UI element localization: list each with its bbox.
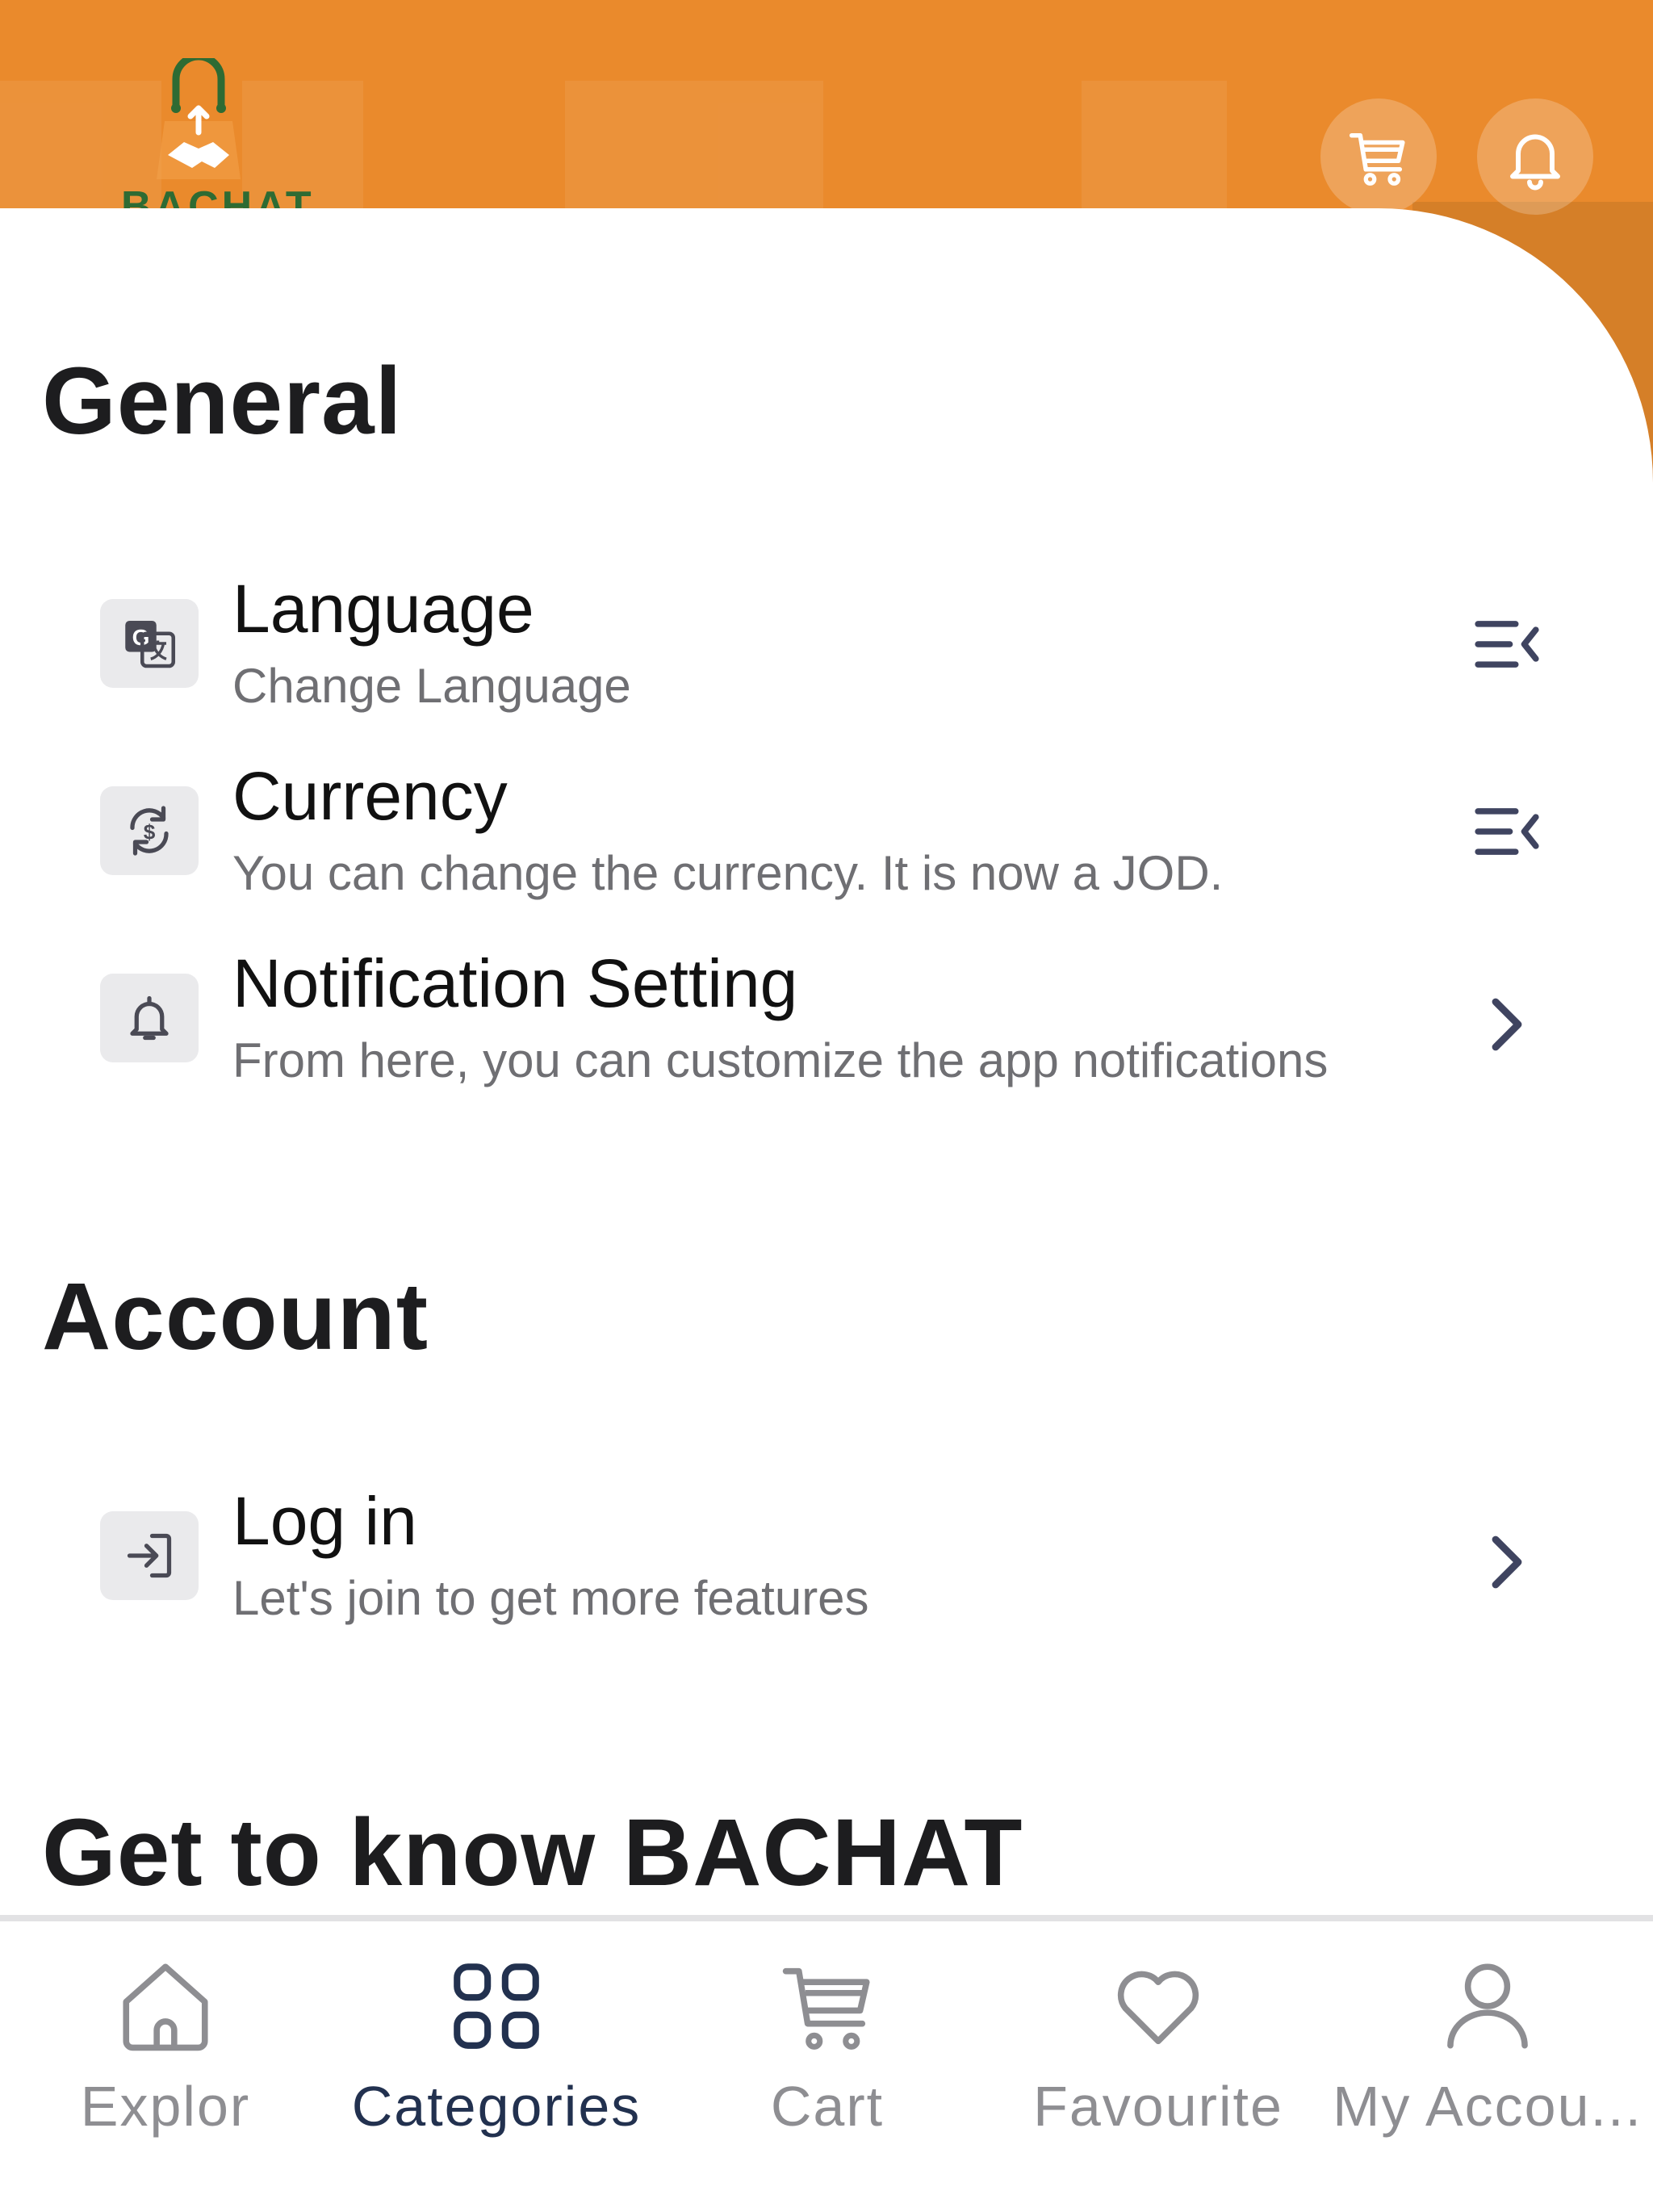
nav-tab-explore[interactable]: Explor — [0, 1954, 331, 2147]
section-title-account: Account — [42, 1263, 429, 1370]
settings-row-currency[interactable]: $ Currency You can change the currency. … — [0, 752, 1653, 914]
shopping-bag-handshake-icon — [157, 58, 241, 179]
row-subtitle: Change Language — [232, 659, 631, 713]
row-subtitle: Let's join to get more features — [232, 1571, 869, 1625]
brand-wordmark: BACHAT — [121, 186, 315, 208]
chevron-right-icon[interactable] — [1469, 988, 1542, 1061]
row-icon-box: G — [100, 599, 199, 688]
heart-icon — [1117, 1971, 1199, 2045]
svg-text:$: $ — [144, 820, 156, 844]
chevron-right-icon[interactable] — [1469, 1526, 1542, 1598]
row-subtitle: From here, you can customize the app not… — [232, 1033, 1329, 1087]
nav-label: My Accou... — [1333, 2075, 1643, 2138]
cart-icon — [782, 1967, 870, 2050]
nav-label: Explor — [80, 2075, 251, 2138]
row-icon-box — [100, 974, 199, 1062]
header-pattern — [662, 81, 823, 210]
nav-label: Categories — [351, 2075, 642, 2138]
header-pattern — [565, 81, 662, 210]
row-title: Log in — [232, 1483, 417, 1559]
settings-row-login[interactable]: Log in Let's join to get more features — [0, 1477, 1653, 1639]
nav-label: Favourite — [1033, 2075, 1283, 2138]
user-icon — [1447, 1963, 1528, 2049]
login-icon — [127, 1533, 172, 1578]
header-cart-button[interactable] — [1320, 98, 1437, 215]
settings-row-notifications[interactable]: Notification Setting From here, you can … — [0, 940, 1653, 1101]
menu-collapse-icon[interactable] — [1471, 799, 1543, 864]
row-title: Currency — [232, 758, 508, 834]
translate-icon: G — [125, 621, 176, 668]
nav-label: Cart — [770, 2075, 885, 2138]
nav-tab-my-account[interactable]: My Accou... — [1322, 1954, 1653, 2147]
section-title-general: General — [42, 348, 403, 455]
menu-collapse-icon[interactable] — [1471, 612, 1543, 677]
row-icon-box — [100, 1511, 199, 1600]
nav-tab-cart[interactable]: Cart — [662, 1954, 993, 2147]
grid-icon — [454, 1963, 539, 2049]
nav-tab-favourite[interactable]: Favourite — [993, 1954, 1324, 2147]
header-notifications-button[interactable] — [1477, 98, 1593, 215]
bell-icon — [1510, 134, 1560, 191]
home-icon — [123, 1963, 208, 2051]
bottom-navigation: Explor Categories Cart Favourite My Acco… — [0, 1915, 1653, 2212]
currency-exchange-icon: $ — [130, 806, 169, 856]
settings-row-language[interactable]: G Language Change Language — [0, 565, 1653, 727]
row-subtitle: You can change the currency. It is now a… — [232, 846, 1224, 900]
row-title: Notification Setting — [232, 945, 798, 1021]
row-icon-box: $ — [100, 786, 199, 875]
cart-icon — [1349, 132, 1405, 186]
row-title: Language — [232, 571, 534, 647]
section-title-about: Get to know BACHAT — [42, 1799, 1023, 1906]
nav-tab-categories[interactable]: Categories — [331, 1954, 662, 2147]
header-pattern — [1082, 81, 1227, 210]
bell-icon — [130, 995, 169, 1041]
